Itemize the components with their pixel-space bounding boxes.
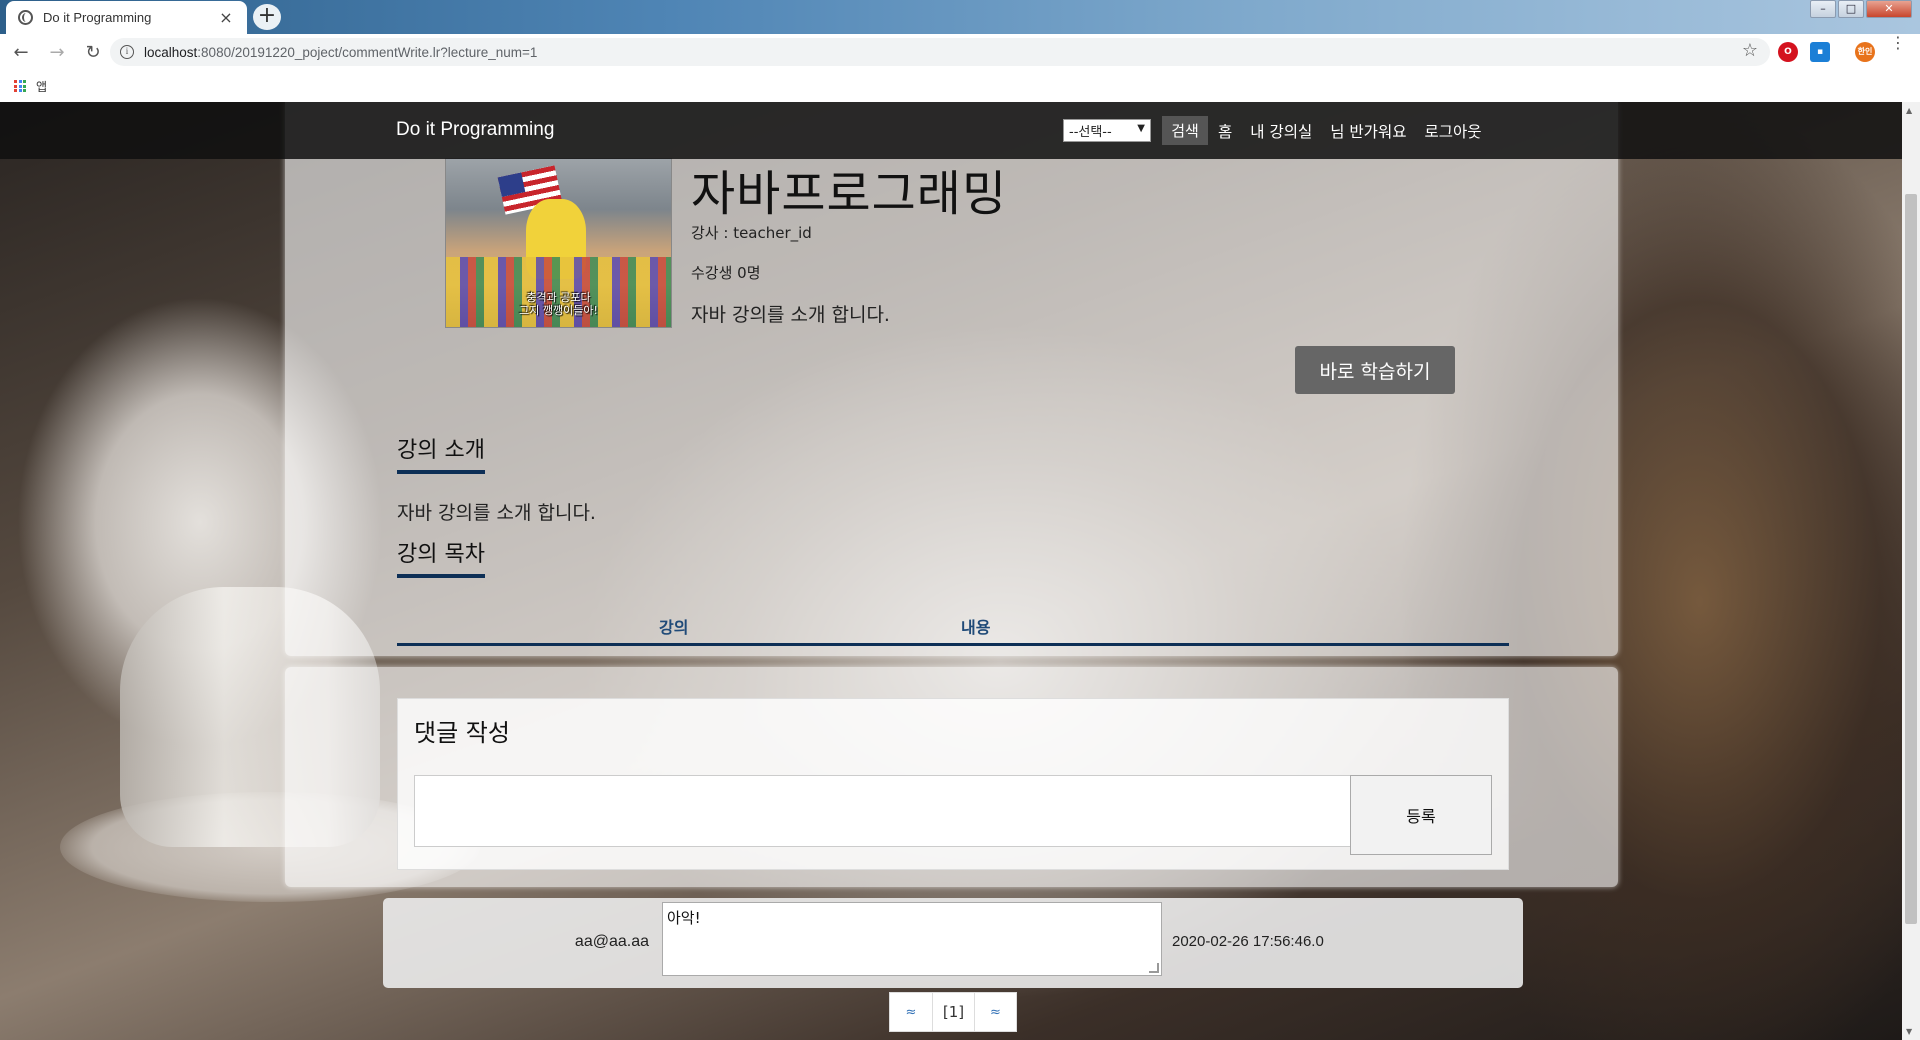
tab-title: Do it Programming [43, 10, 152, 25]
window-controls: – □ ✕ [1808, 0, 1912, 18]
apps-grid-icon[interactable] [14, 80, 26, 92]
back-icon[interactable]: ← [6, 42, 36, 63]
search-category-select[interactable]: --선택-- ▼ [1063, 119, 1151, 142]
maximize-icon[interactable]: □ [1838, 0, 1864, 18]
scroll-down-icon[interactable]: ▼ [1906, 1027, 1912, 1036]
scroll-up-icon[interactable]: ▲ [1906, 106, 1912, 115]
bookmarks-bar: 앱 [0, 70, 1920, 102]
browser-chrome: Do it Programming × + – □ ✕ ← → ↻ i loca… [0, 0, 1920, 102]
page-current[interactable]: [1] [932, 993, 974, 1031]
page-prev-icon[interactable]: ≈ [890, 993, 932, 1031]
thumbnail-subtitle-line2: 그지 깽깽이들아! [519, 304, 598, 317]
tab-strip: Do it Programming × + – □ ✕ [0, 0, 1920, 34]
thumbnail-subtitle: 충격과 공포다 그지 깽깽이들아! [446, 291, 671, 317]
comment-submit-button[interactable]: 등록 [1350, 775, 1492, 855]
course-title: 자바프로그래밍 [691, 166, 1008, 222]
comment-item: aa@aa.aa 아악! 2020-02-26 17:56:46.0 [383, 898, 1523, 988]
extension-icon[interactable]: ▪ [1810, 42, 1830, 62]
comment-pagination: ≈ [1] ≈ [889, 992, 1017, 1032]
apps-label[interactable]: 앱 [36, 78, 47, 95]
search-select-value: --선택-- [1069, 125, 1112, 140]
course-teacher: 강사 : teacher_id [691, 224, 812, 242]
comment-form: 댓글 작성 등록 [397, 698, 1509, 870]
course-thumbnail: 충격과 공포다 그지 깽깽이들아! [445, 158, 672, 328]
comment-date: 2020-02-26 17:56:46.0 [1172, 933, 1324, 950]
globe-icon [18, 10, 33, 25]
course-student-count: 수강생 0명 [691, 264, 761, 282]
nav-link-logout[interactable]: 로그아웃 [1424, 120, 1481, 142]
toc-column-lecture: 강의 [659, 618, 689, 637]
reload-icon[interactable]: ↻ [78, 42, 108, 63]
toc-column-content: 내용 [961, 618, 991, 637]
page-scrollbar[interactable]: ▲ ▼ [1902, 102, 1920, 1040]
search-button[interactable]: 검색 [1162, 116, 1208, 145]
window-close-icon[interactable]: ✕ [1866, 0, 1912, 18]
tab-close-icon[interactable]: × [217, 8, 235, 27]
forward-icon[interactable]: → [42, 42, 72, 63]
url-field[interactable]: i localhost:8080/20191220_poject/comment… [110, 38, 1770, 66]
course-toc-table: 강의 내용 [397, 610, 1509, 646]
comment-write-panel: 댓글 작성 등록 [285, 667, 1618, 887]
minimize-icon[interactable]: – [1810, 0, 1836, 18]
info-icon[interactable]: i [120, 45, 134, 59]
address-bar: ← → ↻ i localhost:8080/20191220_poject/c… [0, 34, 1920, 70]
nav-links: 홈 내 강의실 님 반가워요 로그아웃 [1218, 120, 1482, 142]
comment-author: aa@aa.aa [574, 933, 649, 950]
start-learning-button[interactable]: 바로 학습하기 [1295, 346, 1455, 394]
nav-link-home[interactable]: 홈 [1218, 120, 1232, 142]
course-summary: 자바 강의를 소개 합니다. [691, 304, 890, 326]
bookmark-star-icon[interactable]: ☆ [1742, 40, 1758, 61]
url-host: localhost [144, 44, 198, 60]
course-toc-heading: 강의 목차 [397, 536, 485, 578]
site-brand[interactable]: Do it Programming [396, 119, 554, 141]
course-panel: 충격과 공포다 그지 깽깽이들아! 자바프로그래밍 강사 : teacher_i… [285, 102, 1618, 656]
comment-input[interactable] [414, 775, 1354, 847]
browser-tab[interactable]: Do it Programming × [6, 1, 247, 34]
site-navbar: Do it Programming --선택-- ▼ 검색 홈 내 강의실 님 … [0, 102, 1902, 159]
opera-extension-icon[interactable]: O [1778, 42, 1798, 62]
course-intro-heading: 강의 소개 [397, 432, 485, 474]
scrollbar-thumb[interactable] [1905, 194, 1917, 924]
profile-avatar[interactable]: 한인 [1855, 42, 1875, 62]
url-text: localhost:8080/20191220_poject/commentWr… [144, 45, 537, 60]
nav-user-greeting: 님 반가워요 [1330, 123, 1407, 141]
page-next-icon[interactable]: ≈ [974, 993, 1016, 1031]
new-tab-button[interactable]: + [253, 4, 281, 30]
course-intro-text: 자바 강의를 소개 합니다. [397, 502, 596, 524]
browser-menu-icon[interactable]: ⋮ [1890, 35, 1906, 51]
chevron-down-icon: ▼ [1137, 123, 1145, 134]
comment-content[interactable]: 아악! [662, 902, 1162, 976]
comment-form-heading: 댓글 작성 [414, 719, 510, 747]
nav-link-my-classroom[interactable]: 내 강의실 [1250, 120, 1312, 142]
thumbnail-subtitle-line1: 충격과 공포다 [526, 291, 591, 304]
url-path: :8080/20191220_poject/commentWrite.lr?le… [197, 44, 538, 60]
